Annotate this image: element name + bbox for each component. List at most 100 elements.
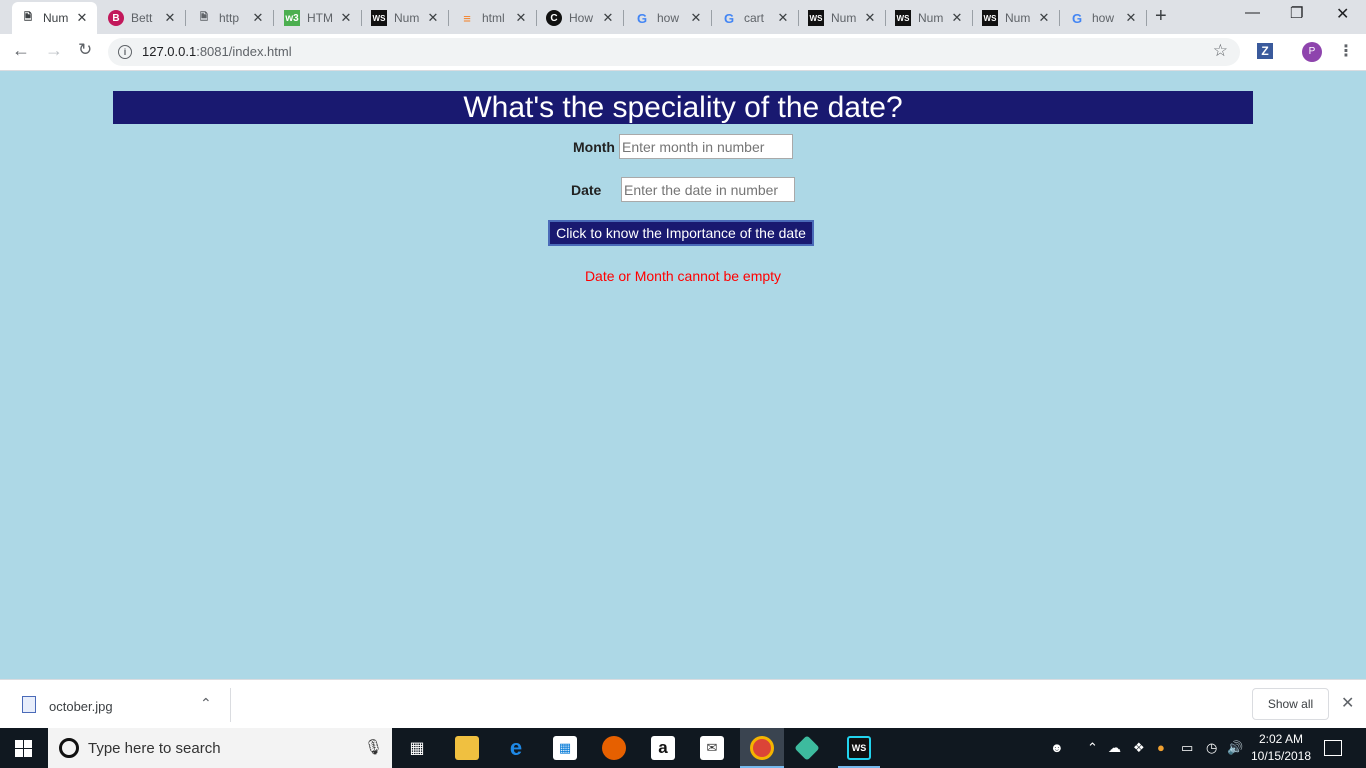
tab-title: Num <box>43 11 69 25</box>
url-text[interactable]: 127.0.0.1:8081/index.html <box>142 44 292 59</box>
wifi-icon[interactable]: ◷ <box>1206 740 1217 756</box>
taskbar-search[interactable]: Type here to search 🎙 <box>48 728 392 768</box>
google-icon: G <box>636 10 648 26</box>
close-icon[interactable]: ✕ <box>1124 10 1138 26</box>
tab-title: how <box>657 11 680 25</box>
clock-date: 10/15/2018 <box>1250 749 1312 763</box>
forward-arrow-icon[interactable]: → <box>45 40 63 61</box>
close-icon[interactable]: ✕ <box>163 10 177 26</box>
tab-title: cart <box>744 11 765 25</box>
browser-toolbar: ← → ↻ i 127.0.0.1:8081/index.html ☆ <box>0 34 1366 71</box>
close-icon[interactable]: ✕ <box>950 10 964 26</box>
tab-1[interactable]: B Bett ✕ <box>100 2 186 34</box>
date-input[interactable] <box>621 177 795 202</box>
month-input[interactable] <box>619 134 793 159</box>
chrome-icon[interactable] <box>750 736 774 760</box>
norton-icon[interactable]: ● <box>1157 740 1165 755</box>
dropbox-icon[interactable]: ❖ <box>1133 740 1145 756</box>
w3schools-icon: w3 <box>284 10 300 26</box>
search-placeholder[interactable]: Type here to search <box>88 740 221 757</box>
page-icon: 🗎 <box>199 11 209 23</box>
tab-title: Num <box>1005 11 1031 25</box>
tab-5[interactable]: ≡ html ✕ <box>451 2 537 34</box>
tab-title: HTM <box>307 11 333 25</box>
chevron-up-icon[interactable]: ⌃ <box>1087 740 1098 756</box>
tab-2[interactable]: 🗎 http ✕ <box>188 2 274 34</box>
close-icon[interactable]: ✕ <box>426 10 440 26</box>
chevron-up-icon[interactable]: ⌃ <box>200 695 212 712</box>
tab-10[interactable]: WS Num ✕ <box>887 2 973 34</box>
firefox-icon[interactable] <box>602 736 626 760</box>
onedrive-icon[interactable]: ☁ <box>1108 740 1121 756</box>
page-content: What's the speciality of the date? Month… <box>0 71 1366 679</box>
tab-12[interactable]: G how ✕ <box>1061 2 1147 34</box>
page-icon: 🗎 <box>23 11 33 23</box>
tab-strip: 🗎 Num ✕ B Bett ✕ 🗎 http ✕ w3 HTM ✕ WS Nu… <box>0 0 1366 34</box>
tab-7[interactable]: G how ✕ <box>626 2 712 34</box>
amazon-icon[interactable]: a <box>651 736 675 760</box>
bookmark-star-icon[interactable]: ☆ <box>1213 41 1228 61</box>
tab-title: Num <box>394 11 420 25</box>
tab-8[interactable]: G cart ✕ <box>713 2 799 34</box>
menu-dots-icon[interactable]: ⋮ <box>1338 41 1354 61</box>
tab-title: Num <box>918 11 944 25</box>
date-label: Date <box>571 182 602 198</box>
close-icon[interactable]: ✕ <box>776 10 790 26</box>
volume-icon[interactable]: 🔊 <box>1227 740 1243 756</box>
windows-start-icon[interactable] <box>15 740 32 757</box>
stackoverflow-icon: ≡ <box>463 10 471 26</box>
close-icon[interactable]: ✕ <box>863 10 877 26</box>
windows-taskbar: Type here to search 🎙 ▦ e ▦ a ✉ WS ☻ ⌃ ☁… <box>0 728 1366 768</box>
task-view-icon[interactable]: ▦ <box>405 736 429 760</box>
bootstrap-icon: B <box>108 10 124 26</box>
extension-z-icon[interactable]: Z <box>1257 43 1273 59</box>
battery-icon[interactable]: ▭ <box>1181 740 1193 756</box>
tab-11[interactable]: WS Num ✕ <box>974 2 1060 34</box>
error-message: Date or Month cannot be empty <box>584 268 782 284</box>
download-file-name[interactable]: october.jpg <box>49 699 113 714</box>
tab-title: Num <box>831 11 857 25</box>
people-icon[interactable]: ☻ <box>1050 740 1064 755</box>
submit-button[interactable]: Click to know the Importance of the date <box>548 220 814 246</box>
mail-icon[interactable]: ✉ <box>700 736 724 760</box>
notification-center-icon[interactable] <box>1324 740 1342 756</box>
edge-icon[interactable]: e <box>504 735 528 760</box>
tab-0[interactable]: 🗎 Num ✕ <box>12 2 97 34</box>
cortana-icon[interactable] <box>59 738 79 758</box>
store-icon[interactable]: ▦ <box>553 736 577 760</box>
clock-time: 2:02 AM <box>1258 732 1304 746</box>
microphone-icon[interactable]: 🎙 <box>364 738 383 756</box>
close-icon[interactable]: ✕ <box>251 10 265 26</box>
reload-icon[interactable]: ↻ <box>78 40 92 60</box>
file-explorer-icon[interactable] <box>455 736 479 760</box>
restore-button[interactable]: ❐ <box>1290 4 1303 22</box>
tab-9[interactable]: WS Num ✕ <box>800 2 886 34</box>
close-icon[interactable]: ✕ <box>514 10 528 26</box>
window-close-button[interactable]: ✕ <box>1336 4 1349 24</box>
show-all-button[interactable]: Show all <box>1252 688 1329 720</box>
profile-avatar[interactable]: P <box>1302 42 1322 62</box>
image-file-icon <box>22 696 36 713</box>
downloads-shelf: october.jpg ⌃ Show all ✕ <box>0 679 1366 729</box>
close-icon[interactable]: ✕ <box>1341 693 1354 713</box>
page-title: What's the speciality of the date? <box>113 91 1253 124</box>
tab-3[interactable]: w3 HTM ✕ <box>276 2 362 34</box>
info-icon[interactable]: i <box>118 45 132 59</box>
close-icon[interactable]: ✕ <box>601 10 615 26</box>
system-clock[interactable]: 2:02 AM 10/15/2018 <box>1250 731 1312 765</box>
close-icon[interactable]: ✕ <box>75 10 89 26</box>
tab-4[interactable]: WS Num ✕ <box>363 2 449 34</box>
minimize-button[interactable]: — <box>1245 4 1260 21</box>
gitkraken-icon[interactable] <box>794 735 820 761</box>
webstorm-icon[interactable]: WS <box>847 736 871 760</box>
new-tab-button[interactable]: + <box>1155 5 1167 28</box>
close-icon[interactable]: ✕ <box>1037 10 1051 26</box>
tab-title: how <box>1092 11 1115 25</box>
close-icon[interactable]: ✕ <box>339 10 353 26</box>
address-bar[interactable]: i 127.0.0.1:8081/index.html ☆ <box>108 38 1240 66</box>
tab-6[interactable]: C How ✕ <box>538 2 624 34</box>
back-arrow-icon[interactable]: ← <box>12 40 30 61</box>
codepen-icon: C <box>546 10 562 26</box>
webstorm-icon: WS <box>808 10 824 26</box>
close-icon[interactable]: ✕ <box>689 10 703 26</box>
